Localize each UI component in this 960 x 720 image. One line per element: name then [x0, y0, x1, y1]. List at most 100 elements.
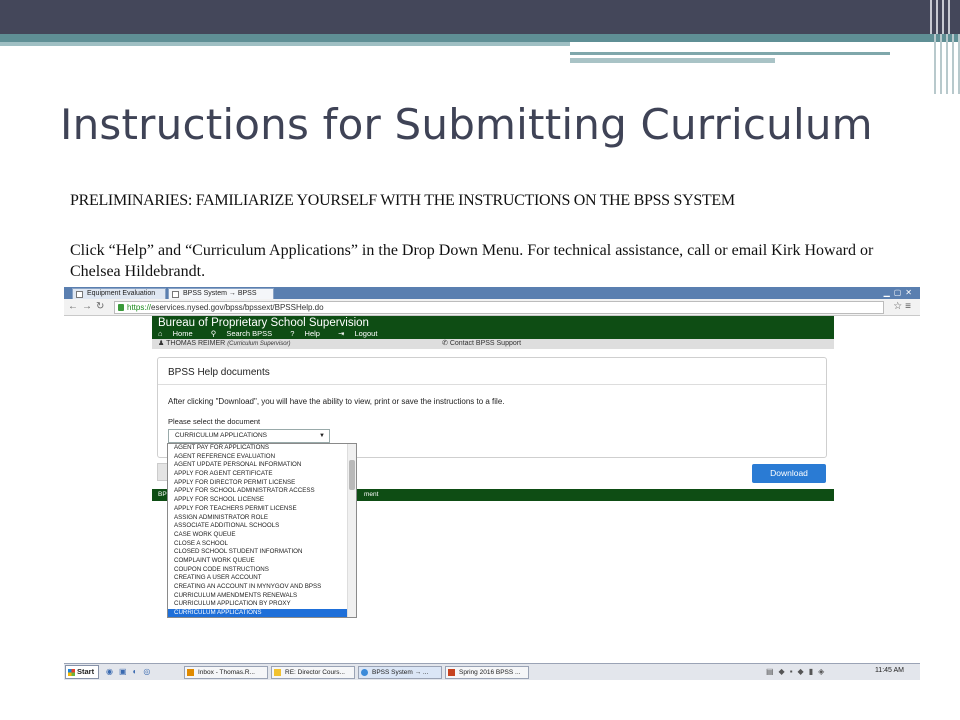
- taskbar-item-inbox[interactable]: Inbox - Thomas.R...: [184, 666, 268, 679]
- nav-buttons[interactable]: ←→↻: [68, 301, 108, 312]
- document-select-label: Please select the document: [168, 417, 261, 426]
- window-controls[interactable]: ▁▢✕: [884, 288, 916, 297]
- scrollbar-thumb[interactable]: [349, 460, 355, 490]
- bpss-header: Bureau of Proprietary School Supervision…: [152, 316, 834, 339]
- user-info: ♟ THOMAS REIMER (Curriculum Supervisor): [158, 339, 291, 349]
- document-select[interactable]: CURRICULUM APPLICATIONS ▼: [168, 429, 330, 443]
- dropdown-option[interactable]: AGENT UPDATE PERSONAL INFORMATION: [168, 461, 348, 470]
- dropdown-options: AGENT PAY FOR APPLICATIONS AGENT REFERENC…: [168, 444, 348, 617]
- browser-screenshot: Equipment Evaluation BPSS System → BPSS …: [64, 287, 920, 680]
- email-icon: [274, 669, 281, 676]
- user-bar: ♟ THOMAS REIMER (Curriculum Supervisor) …: [152, 339, 834, 349]
- panel-divider: [158, 384, 826, 385]
- nav-help[interactable]: ? Help: [290, 329, 328, 338]
- document-select-value: CURRICULUM APPLICATIONS: [175, 432, 267, 439]
- slide-accent-bar: [0, 34, 960, 42]
- support-label: Contact BPSS Support: [449, 340, 522, 347]
- dropdown-option[interactable]: CLOSE A SCHOOL: [168, 540, 348, 549]
- nav-home[interactable]: ⌂ Home: [158, 329, 201, 338]
- dropdown-option[interactable]: AGENT REFERENCE EVALUATION: [168, 453, 348, 462]
- windows-taskbar: Start ◉▣◐◎ Inbox - Thomas.R... RE: Direc…: [64, 663, 920, 680]
- url-input[interactable]: https://eservices.nysed.gov/bpss/bpssext…: [114, 301, 884, 314]
- dropdown-option[interactable]: CURRICULUM AMENDMENTS RENEWALS: [168, 592, 348, 601]
- quick-launch-icons[interactable]: ◉▣◐◎: [106, 667, 156, 676]
- help-icon: ?: [290, 329, 295, 338]
- dropdown-scrollbar[interactable]: [347, 444, 356, 617]
- document-dropdown-list[interactable]: AGENT PAY FOR APPLICATIONS AGENT REFERENC…: [167, 443, 357, 618]
- task-label: Inbox - Thomas.R...: [198, 669, 255, 676]
- nav-logout[interactable]: ⇥ Logout: [338, 329, 385, 338]
- panel-title: BPSS Help documents: [168, 367, 270, 378]
- slide-accent-line: [570, 52, 890, 55]
- page-icon: [172, 291, 179, 298]
- dropdown-option[interactable]: APPLY FOR AGENT CERTIFICATE: [168, 470, 348, 479]
- taskbar-item-spring-2016[interactable]: Spring 2016 BPSS ...: [445, 666, 529, 679]
- page-icon: [76, 291, 83, 298]
- windows-logo-icon: [68, 669, 75, 676]
- download-button[interactable]: Download: [752, 464, 826, 483]
- dropdown-option[interactable]: CLOSED SCHOOL STUDENT INFORMATION: [168, 548, 348, 557]
- bpss-app-title: Bureau of Proprietary School Supervision: [158, 317, 369, 329]
- slide-top-stripes: [930, 0, 952, 34]
- nav-search[interactable]: ⚲ Search BPSS: [211, 329, 280, 338]
- dropdown-option[interactable]: ASSIGN ADMINISTRATOR ROLE: [168, 514, 348, 523]
- task-label: RE: Director Cours...: [285, 669, 345, 676]
- dropdown-option[interactable]: CURRICULUM APPLICATIONS: [168, 609, 348, 617]
- dropdown-option[interactable]: CREATING AN ACCOUNT IN MYNYGOV AND BPSS: [168, 583, 348, 592]
- preliminaries-text: PRELIMINARIES: FAMILIARIZE YOURSELF WITH…: [70, 192, 735, 209]
- home-icon: ⌂: [158, 329, 163, 338]
- chevron-down-icon: ▼: [319, 433, 325, 439]
- chrome-icon: [361, 669, 368, 676]
- task-label: BPSS System → ...: [372, 669, 429, 676]
- footer-left-text: BP: [158, 491, 167, 498]
- url-path: eservices.nysed.gov/bpss/bpssext/BPSSHel…: [151, 303, 324, 312]
- user-name: THOMAS REIMER: [166, 340, 226, 347]
- user-icon: ♟: [158, 340, 165, 347]
- search-icon: ⚲: [210, 329, 217, 338]
- browser-tab-bpss[interactable]: BPSS System → BPSS: [168, 288, 274, 299]
- contact-support-link[interactable]: ✆ Contact BPSS Support: [442, 339, 521, 349]
- outlook-icon: [187, 669, 194, 676]
- tab-label: Equipment Evaluation: [87, 290, 156, 297]
- bpss-nav: ⌂ Home ⚲ Search BPSS ? Help ⇥ Logout: [158, 329, 393, 338]
- instructions-text: Click “Help” and “Curriculum Application…: [70, 242, 874, 280]
- tab-label: BPSS System → BPSS: [183, 290, 257, 297]
- dropdown-option[interactable]: AGENT PAY FOR APPLICATIONS: [168, 444, 348, 453]
- dropdown-option[interactable]: APPLY FOR DIRECTOR PERMIT LICENSE: [168, 479, 348, 488]
- slide-right-lines: [934, 34, 960, 94]
- browser-menu-icons[interactable]: ☆≡: [893, 301, 914, 312]
- browser-tab-strip: Equipment Evaluation BPSS System → BPSS …: [64, 287, 920, 299]
- system-tray-icons[interactable]: ▤◆▪◆▮◈: [766, 667, 829, 676]
- slide-accent-bar-light: [0, 42, 570, 46]
- dropdown-option[interactable]: APPLY FOR SCHOOL LICENSE: [168, 496, 348, 505]
- taskbar-item-bpss-system[interactable]: BPSS System → ...: [358, 666, 442, 679]
- dropdown-option[interactable]: COUPON CODE INSTRUCTIONS: [168, 566, 348, 575]
- lock-icon: [118, 304, 124, 311]
- taskbar-clock: 11:45 AM: [874, 667, 904, 674]
- slide-title: Instructions for Submitting Curriculum: [60, 100, 873, 149]
- nav-logout-label: Logout: [354, 329, 378, 338]
- user-role: (Curriculum Supervisor): [227, 341, 291, 347]
- dropdown-option[interactable]: CREATING A USER ACCOUNT: [168, 574, 348, 583]
- logout-icon: ⇥: [338, 329, 345, 338]
- dropdown-option[interactable]: CURRICULUM APPLICATION BY PROXY: [168, 600, 348, 609]
- start-button[interactable]: Start: [65, 665, 99, 679]
- footer-right-text: ment: [364, 491, 379, 498]
- dropdown-option[interactable]: APPLY FOR SCHOOL ADMINISTRATOR ACCESS: [168, 487, 348, 496]
- nav-home-label: Home: [172, 329, 193, 338]
- task-label: Spring 2016 BPSS ...: [459, 669, 521, 676]
- powerpoint-icon: [448, 669, 455, 676]
- slide-accent-line-light: [570, 58, 775, 63]
- url-scheme: https://: [127, 303, 152, 312]
- dropdown-option[interactable]: COMPLAINT WORK QUEUE: [168, 557, 348, 566]
- slide-top-bar: [0, 0, 960, 34]
- start-label: Start: [77, 667, 95, 676]
- dropdown-option[interactable]: APPLY FOR TEACHERS PERMIT LICENSE: [168, 505, 348, 514]
- taskbar-item-re-director[interactable]: RE: Director Cours...: [271, 666, 355, 679]
- phone-icon: ✆: [442, 340, 448, 347]
- dropdown-option[interactable]: ASSOCIATE ADDITIONAL SCHOOLS: [168, 522, 348, 531]
- dropdown-option[interactable]: CASE WORK QUEUE: [168, 531, 348, 540]
- nav-search-label: Search BPSS: [226, 329, 273, 338]
- address-bar: ←→↻ https://eservices.nysed.gov/bpss/bps…: [64, 299, 920, 316]
- browser-tab-equipment[interactable]: Equipment Evaluation: [72, 288, 166, 299]
